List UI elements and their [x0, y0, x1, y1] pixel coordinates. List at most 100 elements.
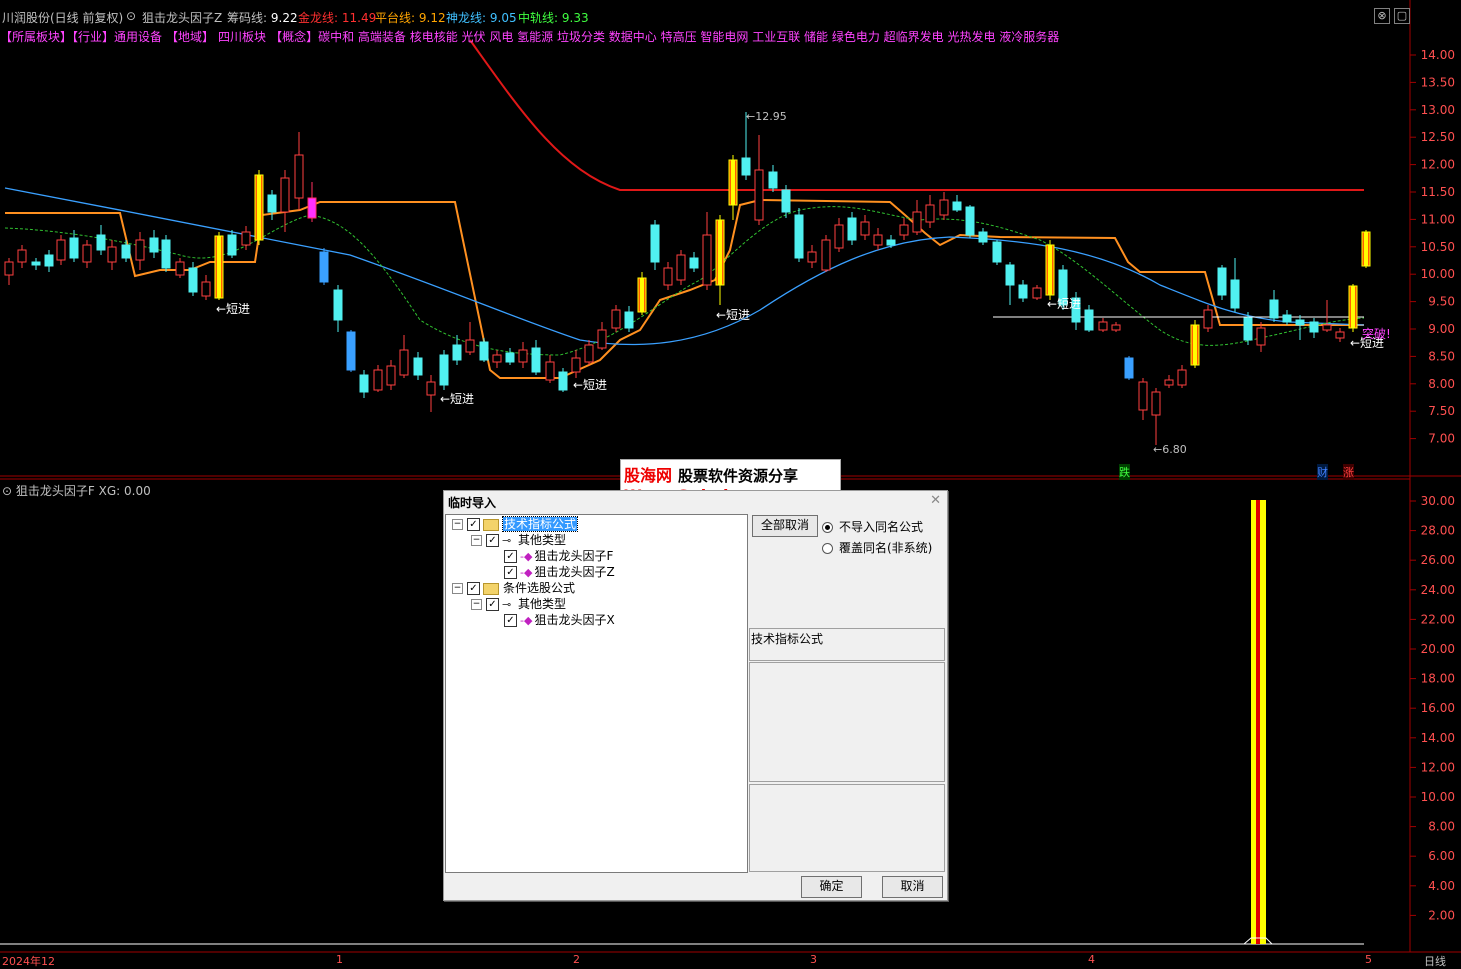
tick-label: 14.00	[1421, 731, 1455, 745]
checkbox-checked-icon[interactable]: ✓	[486, 598, 499, 611]
tick-label: 9.50	[1428, 295, 1455, 309]
period-label[interactable]: 日线	[1424, 953, 1446, 969]
no-import-radio[interactable]: 不导入同名公式	[822, 518, 923, 535]
overwrite-radio[interactable]: 覆盖同名(非系统)	[822, 539, 932, 556]
tick-label: 26.00	[1421, 553, 1455, 567]
candle-body	[479, 341, 489, 361]
candle-body	[1124, 357, 1134, 379]
candle-body	[267, 194, 277, 213]
candle-body	[307, 197, 317, 219]
candle-body	[1282, 314, 1292, 323]
indicator-toggle-icon[interactable]: ⊙	[2, 484, 12, 498]
formula-diamond-icon: -◆	[520, 549, 533, 563]
checkbox-checked-icon[interactable]: ✓	[467, 582, 480, 595]
candle-body	[426, 381, 436, 396]
tick-label: 12.00	[1421, 158, 1455, 172]
rise-badge[interactable]: 涨	[1343, 464, 1354, 480]
candle-body	[754, 169, 764, 221]
ok-button[interactable]: 确定	[801, 876, 862, 898]
key-icon: ⊸	[502, 533, 512, 547]
candle-body-core	[217, 236, 221, 298]
candle-body	[873, 234, 883, 246]
tick-label: 22.00	[1421, 612, 1455, 626]
formula-tree[interactable]: − ✓ 技术指标公式 − ✓ ⊸ 其他类型 ✓ -◆ 狙击龙头因子F ✓ -◆ 狙击龙头因子Z − ✓ 条件选…	[445, 514, 748, 873]
sector-tag[interactable]: 【概念】	[270, 30, 318, 44]
tree-node[interactable]: ✓ -◆ 狙击龙头因子Z	[490, 564, 615, 580]
candle-body	[1203, 309, 1213, 329]
short-entry-label: ←短进	[573, 378, 608, 392]
date-label: 1	[336, 953, 343, 966]
candle-body	[847, 217, 857, 241]
close-icon[interactable]: ✕	[930, 493, 941, 508]
checkbox-checked-icon[interactable]: ✓	[504, 614, 517, 627]
collapse-toggle-icon[interactable]: −	[471, 599, 482, 610]
candle-body	[1138, 381, 1148, 411]
candle-body	[1322, 324, 1332, 331]
finance-badge[interactable]: 财	[1317, 464, 1328, 480]
tick-label: 10.50	[1421, 240, 1455, 254]
collapse-toggle-icon[interactable]: −	[471, 535, 482, 546]
candle-body	[992, 241, 1002, 263]
stock-name[interactable]: 川润股份(日线 前复权)	[2, 9, 123, 26]
collapse-toggle-icon[interactable]: −	[452, 519, 463, 530]
tree-node[interactable]: ✓ -◆ 狙击龙头因子F	[490, 548, 613, 564]
cancel-button[interactable]: 取消	[882, 876, 943, 898]
candle-body	[1177, 369, 1187, 386]
tree-node-label: 狙击龙头因子X	[534, 613, 615, 627]
tree-node[interactable]: − ✓ ⊸ 其他类型	[471, 596, 566, 612]
breakout-label: 突破!	[1362, 327, 1391, 341]
candle-body-core	[640, 278, 644, 312]
candle-body	[689, 257, 699, 269]
sector-tag[interactable]: 【所属板块】【行业】	[0, 30, 114, 44]
sector-tag[interactable]: 碳中和 高端装备 核电核能 光伏 风电 氢能源 垃圾分类 数据中心 特高压 智能…	[318, 30, 1059, 44]
candle-body	[201, 281, 211, 297]
sector-tag[interactable]: 四川板块	[218, 30, 266, 44]
main-price-axis: 14.00 13.50 13.00 12.50 12.00 11.50 11.00 10.50…	[1410, 48, 1455, 446]
checkbox-checked-icon[interactable]: ✓	[504, 566, 517, 579]
checkbox-checked-icon[interactable]: ✓	[467, 518, 480, 531]
key-icon: ⊸	[502, 597, 512, 611]
candle-body	[702, 234, 712, 286]
candle-body-core	[1351, 286, 1355, 328]
tick-label: 28.00	[1421, 524, 1455, 538]
candle-body	[31, 261, 41, 266]
high-price-label: ←12.95	[746, 110, 787, 123]
tick-label: 16.00	[1421, 701, 1455, 715]
candle-body	[558, 371, 568, 391]
tick-label: 11.50	[1421, 185, 1455, 199]
candle-body	[413, 357, 423, 376]
folder-icon	[483, 582, 499, 595]
tree-node[interactable]: − ✓ 技术指标公式	[452, 516, 579, 532]
candle-body	[518, 349, 528, 363]
tree-node[interactable]: − ✓ ⊸ 其他类型	[471, 532, 566, 548]
temp-import-dialog[interactable]: 临时导入 ✕ − ✓ 技术指标公式 − ✓ ⊸ 其他类型 ✓ -◆ 狙击龙头因子F ✓ -◆ 狙击龙头因…	[443, 490, 948, 901]
collapse-icon[interactable]: ⊗	[1374, 8, 1390, 24]
tick-label: 4.00	[1428, 879, 1455, 893]
tick-label: 7.50	[1428, 404, 1455, 418]
indicator-pane-name[interactable]: 狙击龙头因子F	[16, 484, 95, 498]
drop-badge[interactable]: 跌	[1119, 464, 1130, 480]
candle-body	[465, 339, 475, 353]
checkbox-checked-icon[interactable]: ✓	[486, 534, 499, 547]
restore-icon[interactable]: ▢	[1394, 8, 1410, 24]
platform-line-label: 平台线: 9.12	[375, 11, 446, 25]
candle-body	[439, 354, 449, 386]
candle-body	[373, 369, 383, 391]
formula-description-panel	[749, 662, 945, 782]
checkbox-checked-icon[interactable]: ✓	[504, 550, 517, 563]
candle-body-core	[1364, 232, 1368, 266]
tree-node[interactable]: − ✓ 条件选股公式	[452, 580, 575, 596]
candle-body	[584, 344, 594, 363]
low-price-label: ←6.80	[1153, 443, 1187, 456]
deselect-all-button[interactable]: 全部取消	[752, 515, 818, 537]
indicator-toggle-icon[interactable]: ⊙	[126, 9, 136, 23]
tree-node[interactable]: ✓ -◆ 狙击龙头因子X	[490, 612, 615, 628]
sector-tag[interactable]: 通用设备	[114, 30, 162, 44]
candle-body	[1217, 267, 1227, 296]
collapse-toggle-icon[interactable]: −	[452, 583, 463, 594]
sector-tag[interactable]: 【地域】	[166, 30, 214, 44]
sector-tags: 【所属板块】【行业】通用设备 【地域】 四川板块 【概念】碳中和 高端装备 核电核能 …	[0, 28, 1063, 44]
shenlong-line-label: 神龙线: 9.05	[446, 11, 517, 25]
indicator-name[interactable]: 狙击龙头因子Z	[142, 9, 222, 26]
candle-body	[571, 357, 581, 373]
